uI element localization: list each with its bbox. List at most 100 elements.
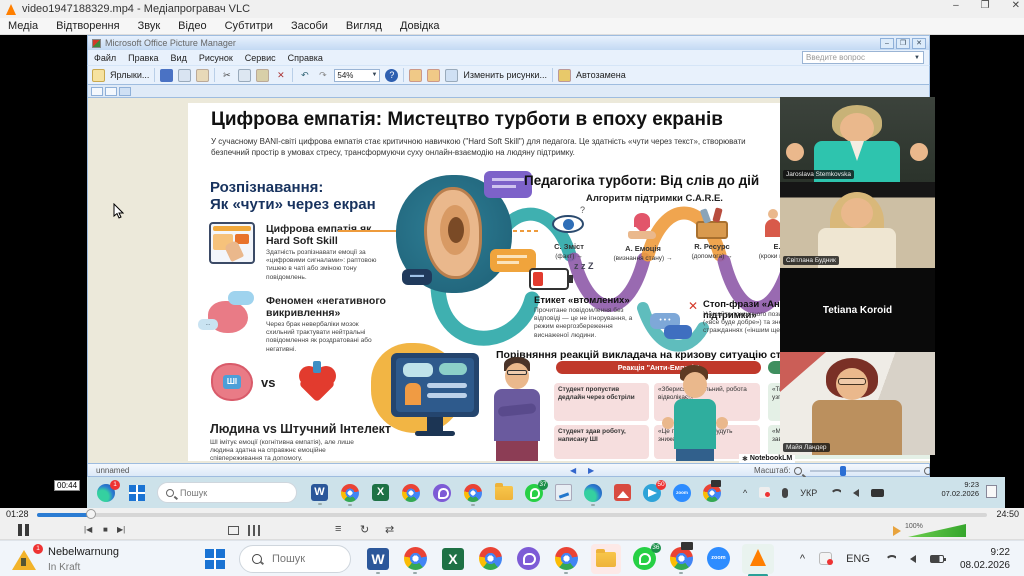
- microphone-icon[interactable]: [782, 488, 788, 498]
- word-icon[interactable]: W: [311, 484, 328, 501]
- file-explorer-icon[interactable]: [495, 486, 513, 500]
- autocorrect-button[interactable]: Автозамена: [576, 70, 626, 80]
- pause-button[interactable]: [18, 524, 22, 536]
- start-button[interactable]: [205, 549, 225, 569]
- menu-audio[interactable]: Звук: [138, 20, 161, 32]
- hidden-icons-chevron[interactable]: ^: [743, 488, 747, 498]
- participant-tile[interactable]: Світлана Будник: [780, 182, 935, 268]
- pm-menu-service[interactable]: Сервис: [245, 53, 276, 63]
- menu-view[interactable]: Вигляд: [346, 20, 382, 32]
- delete-icon[interactable]: ✕: [274, 69, 287, 82]
- print-icon[interactable]: [178, 69, 191, 82]
- fullscreen-button[interactable]: [228, 526, 239, 535]
- nav-prev-icon[interactable]: ◀: [570, 466, 576, 475]
- taskbar-search-input[interactable]: Пошук: [239, 545, 351, 573]
- shortcuts-button[interactable]: Ярлыки...: [110, 70, 149, 80]
- zoom-out-icon[interactable]: [794, 467, 802, 475]
- edit-pictures-button[interactable]: Изменить рисунки...: [463, 70, 547, 80]
- chrome-profile-icon[interactable]: [404, 547, 427, 570]
- wifi-icon[interactable]: [829, 489, 841, 497]
- excel-icon[interactable]: X: [442, 548, 464, 570]
- chrome-profile2-icon[interactable]: [555, 547, 578, 570]
- menu-playback[interactable]: Відтворення: [56, 20, 119, 32]
- shuffle-button[interactable]: ⇄: [385, 523, 394, 536]
- chrome-profile2-icon[interactable]: [464, 484, 482, 502]
- language-indicator[interactable]: УКР: [800, 488, 817, 498]
- recording-tray-icon[interactable]: [759, 487, 770, 498]
- zoom-app-icon[interactable]: zoom: [707, 547, 730, 570]
- participant-tile[interactable]: Майя Ландер: [780, 352, 935, 455]
- nav-next-icon[interactable]: ▶: [588, 466, 594, 475]
- menu-tools[interactable]: Засоби: [291, 20, 328, 32]
- restore-button[interactable]: ❐: [981, 0, 990, 11]
- loop-button[interactable]: ↻: [360, 523, 369, 536]
- filmstrip-view-icon[interactable]: [105, 87, 117, 96]
- whatsapp-icon[interactable]: 37: [525, 484, 543, 502]
- inner-clock[interactable]: 9:23 07.02.2026: [941, 480, 979, 498]
- vlc-taskbar-button[interactable]: [742, 544, 774, 574]
- zoom-combobox[interactable]: 54% ▼: [334, 69, 380, 82]
- system-clock[interactable]: 9:22 08.02.2026: [960, 546, 1010, 572]
- wifi-icon[interactable]: [884, 555, 896, 563]
- camera-tray-icon[interactable]: [871, 489, 884, 497]
- participant-tile[interactable]: Tetiana Koroid: [780, 268, 935, 352]
- zoom-slider-thumb[interactable]: [840, 466, 846, 476]
- viber-icon[interactable]: [517, 547, 540, 570]
- pause-button[interactable]: [25, 524, 29, 536]
- close-button[interactable]: ✕: [1012, 0, 1020, 11]
- notification-center-icon[interactable]: [986, 485, 997, 498]
- mail-icon[interactable]: [196, 69, 209, 82]
- pm-menu-picture[interactable]: Рисунок: [199, 53, 233, 63]
- hidden-icons-chevron[interactable]: ^: [800, 553, 805, 565]
- start-button[interactable]: [129, 485, 145, 501]
- language-indicator[interactable]: ENG: [846, 553, 870, 565]
- playlist-button[interactable]: ≡: [335, 523, 341, 535]
- pm-restore-button[interactable]: ❐: [896, 38, 910, 49]
- battery-icon[interactable]: [930, 555, 944, 563]
- viber-icon[interactable]: [433, 484, 451, 502]
- pm-menu-help[interactable]: Справка: [288, 53, 323, 63]
- zoom-slider-track[interactable]: [810, 470, 920, 472]
- file-explorer-button[interactable]: [591, 544, 621, 574]
- excel-icon[interactable]: X: [372, 484, 389, 501]
- help-icon[interactable]: ?: [385, 69, 398, 82]
- single-view-icon[interactable]: [119, 87, 131, 96]
- cut-icon[interactable]: ✂: [220, 69, 233, 82]
- thumbnail-view-icon[interactable]: [91, 87, 103, 96]
- redo-icon[interactable]: ↷: [316, 69, 329, 82]
- rotate-left-icon[interactable]: [409, 69, 422, 82]
- paste-icon[interactable]: [256, 69, 269, 82]
- chrome-meet-icon[interactable]: [670, 547, 693, 570]
- minimize-button[interactable]: –: [953, 0, 959, 11]
- stop-button[interactable]: ■: [103, 525, 108, 534]
- sign-app-icon[interactable]: [555, 484, 572, 501]
- whatsapp-icon[interactable]: 36: [633, 547, 656, 570]
- telegram-icon[interactable]: 50: [643, 484, 661, 502]
- seek-bar[interactable]: [37, 513, 987, 517]
- menu-help[interactable]: Довідка: [400, 20, 440, 32]
- photos-icon[interactable]: [614, 484, 631, 501]
- video-area[interactable]: Microsoft Office Picture Manager – ❐ ✕ Ф…: [0, 35, 1024, 508]
- speaker-icon[interactable]: [853, 489, 859, 497]
- zoom-app-icon[interactable]: zoom: [673, 484, 691, 502]
- menu-subtitles[interactable]: Субтитри: [225, 20, 273, 32]
- pm-menu-edit[interactable]: Правка: [128, 53, 158, 63]
- pm-menu-file[interactable]: Файл: [94, 53, 116, 63]
- chrome-icon[interactable]: [479, 547, 502, 570]
- weather-widget-icon[interactable]: 1: [12, 548, 38, 570]
- search-input[interactable]: Пошук: [157, 482, 297, 503]
- menu-media[interactable]: Медіа: [8, 20, 38, 32]
- edge-icon[interactable]: 1: [97, 484, 115, 502]
- volume-icon[interactable]: [893, 526, 901, 536]
- chrome-meet-icon[interactable]: [703, 484, 721, 502]
- pm-menu-view[interactable]: Вид: [171, 53, 187, 63]
- speaker-icon[interactable]: [910, 555, 916, 563]
- undo-icon[interactable]: ↶: [298, 69, 311, 82]
- next-button[interactable]: ▶|: [117, 525, 125, 534]
- copy-icon[interactable]: [238, 69, 251, 82]
- word-icon[interactable]: W: [367, 548, 389, 570]
- edge2-icon[interactable]: [584, 484, 602, 502]
- previous-button[interactable]: |◀: [84, 525, 92, 534]
- pm-close-button[interactable]: ✕: [912, 38, 926, 49]
- shortcuts-icon[interactable]: [92, 69, 105, 82]
